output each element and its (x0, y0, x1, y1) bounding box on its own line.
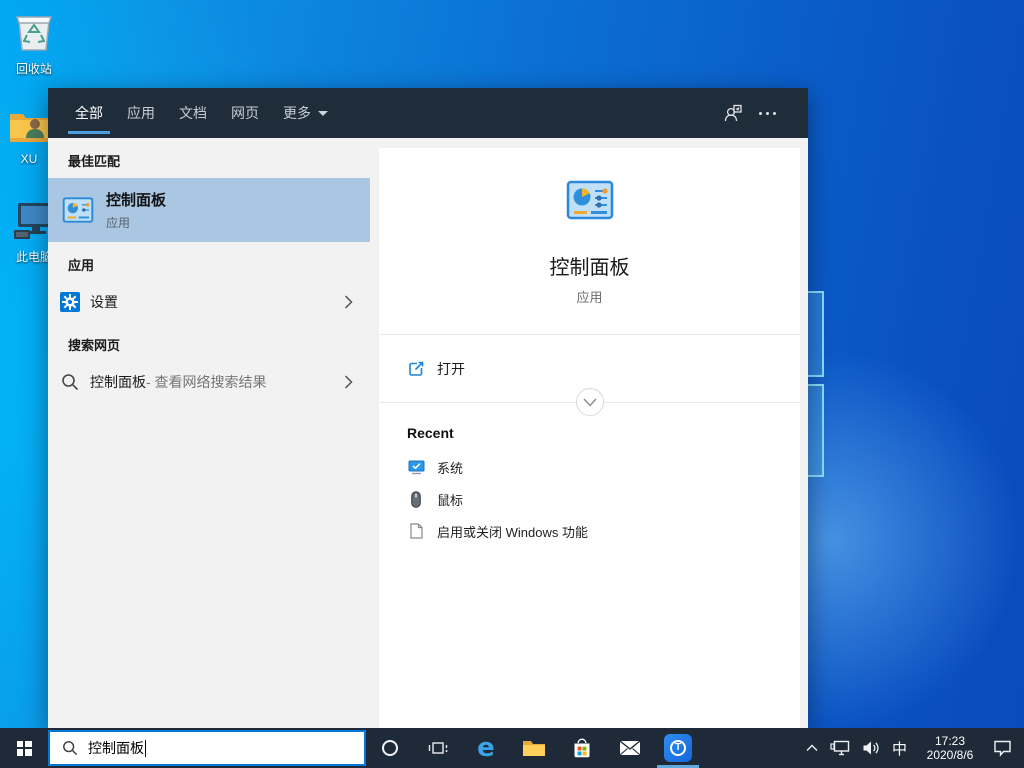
ellipsis-icon (759, 112, 776, 115)
taskbar-clock[interactable]: 17:23 2020/8/6 (913, 734, 987, 762)
recent-item-label: 系统 (437, 458, 463, 477)
recent-item-label: 启用或关闭 Windows 功能 (437, 522, 588, 541)
volume-icon (862, 740, 880, 756)
text-caret (145, 740, 146, 757)
cortana-button[interactable] (366, 728, 414, 768)
network-tray-button[interactable] (824, 728, 856, 768)
start-button[interactable] (0, 728, 48, 768)
tray-expand-button[interactable] (800, 728, 824, 768)
recent-item-label: 鼠标 (437, 490, 463, 509)
recent-item-windows-features[interactable]: 启用或关闭 Windows 功能 (407, 515, 800, 547)
tab-all[interactable]: 全部 (75, 88, 103, 138)
desktop-icon-label: XU (21, 152, 38, 166)
chevron-up-icon (806, 744, 818, 752)
desktop-icon-label: 回收站 (16, 62, 52, 76)
tab-web-label: 网页 (231, 88, 259, 138)
search-results-column: 最佳匹配 控制面板 应用 (48, 138, 378, 728)
web-search-suffix: - 查看网络搜索结果 (146, 372, 267, 392)
recent-item-system[interactable]: 系统 (407, 451, 800, 483)
best-match-subtitle: 应用 (106, 214, 166, 231)
control-panel-icon-large (565, 180, 615, 225)
chevron-down-icon (318, 111, 328, 116)
apps-section-header: 应用 (48, 242, 370, 282)
open-label: 打开 (437, 359, 465, 379)
search-icon (62, 740, 78, 756)
store-icon (572, 737, 592, 759)
open-action-row[interactable]: 打开 (379, 335, 800, 403)
open-external-icon (407, 360, 425, 378)
account-icon (723, 103, 743, 123)
web-search-query: 控制面板 (90, 372, 146, 392)
mouse-icon (407, 491, 425, 508)
account-button[interactable] (716, 88, 750, 138)
volume-tray-button[interactable] (856, 728, 886, 768)
preview-title: 控制面板 (550, 251, 630, 280)
wallpaper-window-pane (806, 384, 824, 477)
windows-logo-icon (17, 741, 32, 756)
edge-icon: e (477, 735, 495, 761)
chevron-down-icon (583, 398, 597, 407)
taskbar: 控制面板 e (0, 728, 1024, 768)
result-settings[interactable]: 设置 (48, 282, 370, 322)
control-panel-icon (62, 197, 94, 223)
expand-preview-button[interactable] (576, 388, 604, 416)
mail-icon (619, 740, 641, 756)
clock-date: 2020/8/6 (915, 748, 985, 762)
system-tray: 中 17:23 2020/8/6 (800, 728, 1024, 768)
network-icon (830, 740, 850, 756)
mail-button[interactable] (606, 728, 654, 768)
preview-subtitle: 应用 (576, 287, 602, 306)
file-explorer-icon (522, 738, 546, 758)
edge-button[interactable]: e (462, 728, 510, 768)
web-search-section-header: 搜索网页 (48, 322, 370, 362)
action-center-button[interactable] (987, 728, 1018, 768)
cortana-icon (382, 740, 398, 756)
system-monitor-icon (407, 460, 425, 475)
settings-label: 设置 (90, 292, 118, 312)
preview-card: 控制面板 应用 打开 (379, 148, 800, 728)
result-web-search[interactable]: 控制面板 - 查看网络搜索结果 (48, 362, 370, 402)
recent-item-mouse[interactable]: 鼠标 (407, 483, 800, 515)
tab-web[interactable]: 网页 (231, 88, 259, 138)
search-flyout: 全部 应用 文档 网页 更多 (48, 88, 808, 728)
task-view-icon (428, 739, 448, 757)
tab-apps[interactable]: 应用 (127, 88, 155, 138)
tab-all-label: 全部 (75, 88, 103, 138)
more-options-button[interactable] (750, 88, 784, 138)
file-explorer-button[interactable] (510, 728, 558, 768)
desktop-wallpaper: 回收站 XU 此电脑 (0, 0, 1024, 768)
store-button[interactable] (558, 728, 606, 768)
wallpaper-window-pane (806, 291, 824, 377)
tab-more[interactable]: 更多 (283, 88, 328, 138)
taskbar-search-input[interactable]: 控制面板 (48, 730, 366, 766)
chevron-right-icon (344, 294, 353, 310)
settings-gear-icon (60, 292, 80, 312)
recycle-bin-icon (1, 8, 67, 57)
tab-documents[interactable]: 文档 (179, 88, 207, 138)
tab-apps-label: 应用 (127, 88, 155, 138)
recent-section: Recent 系统 (379, 403, 800, 547)
desktop-icon-label: 此电脑 (16, 250, 52, 264)
ime-label: 中 (892, 738, 907, 759)
task-view-button[interactable] (414, 728, 462, 768)
search-icon (60, 373, 80, 391)
search-input-value: 控制面板 (88, 738, 144, 758)
preview-column: 控制面板 应用 打开 (378, 138, 808, 728)
clock-time: 17:23 (915, 734, 985, 748)
search-flyout-header: 全部 应用 文档 网页 更多 (48, 88, 808, 138)
driver-app-button[interactable]: T (654, 728, 702, 768)
best-match-title: 控制面板 (106, 189, 166, 210)
ime-indicator[interactable]: 中 (886, 728, 913, 768)
tab-documents-label: 文档 (179, 88, 207, 138)
chevron-right-icon (344, 374, 353, 390)
recent-header: Recent (407, 425, 800, 441)
desktop-icon-recycle-bin[interactable]: 回收站 (1, 8, 67, 77)
driver-app-icon: T (664, 734, 692, 762)
tab-more-label: 更多 (283, 88, 311, 138)
best-match-header: 最佳匹配 (48, 138, 370, 178)
best-match-result-control-panel[interactable]: 控制面板 应用 (48, 178, 370, 242)
action-center-icon (993, 740, 1012, 757)
document-icon (407, 523, 425, 539)
